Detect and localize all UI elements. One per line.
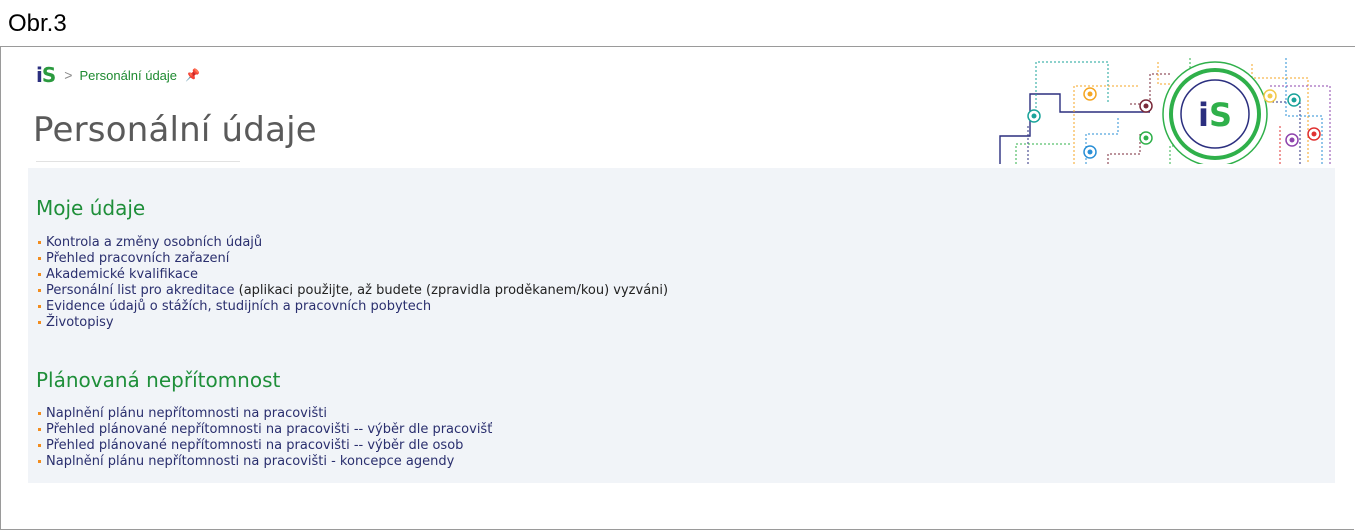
content-panel: Moje údaje Kontrola a změny osobních úda…	[28, 168, 1335, 483]
bullet-icon	[38, 412, 41, 415]
section-heading-planovana-nepritomnost: Plánovaná nepřítomnost	[36, 368, 281, 392]
link-personalni-list[interactable]: Personální list pro akreditace	[46, 283, 235, 298]
bullet-icon	[38, 444, 41, 447]
is-decoration-graphic: iS	[999, 58, 1331, 164]
list-item: Přehled plánované nepřítomnosti na praco…	[36, 422, 492, 438]
link-prehled-zarazeni[interactable]: Přehled pracovních zařazení	[46, 251, 229, 266]
moje-udaje-list: Kontrola a změny osobních údajů Přehled …	[36, 235, 668, 331]
bullet-icon	[38, 289, 41, 292]
caption-bar: Obr.3	[0, 0, 1355, 47]
page-title: Personální údaje	[33, 110, 317, 150]
bullet-icon	[38, 257, 41, 260]
planovana-nepritomnost-list: Naplnění plánu nepřítomnosti na pracoviš…	[36, 406, 492, 470]
link-koncepce-agendy[interactable]: Naplnění plánu nepřítomnosti na pracoviš…	[46, 454, 454, 469]
link-prehled-dle-osob[interactable]: Přehled plánované nepřítomnosti na praco…	[46, 438, 463, 453]
bullet-icon	[38, 428, 41, 431]
pin-icon[interactable]: 📌	[185, 68, 200, 82]
breadcrumb-separator: >	[64, 67, 73, 83]
list-item: Personální list pro akreditace (aplikaci…	[36, 283, 668, 299]
list-item: Evidence údajů o stážích, studijních a p…	[36, 299, 668, 315]
breadcrumb: iS > Personální údaje 📌	[36, 63, 200, 87]
list-item: Přehled pracovních zařazení	[36, 251, 668, 267]
breadcrumb-current-link[interactable]: Personální údaje	[79, 68, 177, 83]
list-item: Přehled plánované nepřítomnosti na praco…	[36, 438, 492, 454]
section-heading-moje-udaje: Moje údaje	[36, 196, 146, 220]
link-akademicke-kvalifikace[interactable]: Akademické kvalifikace	[46, 267, 198, 282]
link-naplneni-planu[interactable]: Naplnění plánu nepřítomnosti na pracoviš…	[46, 406, 327, 421]
list-item: Akademické kvalifikace	[36, 267, 668, 283]
link-kontrola-zmeny[interactable]: Kontrola a změny osobních údajů	[46, 235, 262, 250]
bullet-icon	[38, 460, 41, 463]
bullet-icon	[38, 305, 41, 308]
link-zivotopisy[interactable]: Životopisy	[46, 315, 114, 330]
figure-caption: Obr.3	[8, 10, 67, 37]
list-item: Naplnění plánu nepřítomnosti na pracoviš…	[36, 406, 492, 422]
bullet-icon	[38, 241, 41, 244]
link-evidence-staze[interactable]: Evidence údajů o stážích, studijních a p…	[46, 299, 431, 314]
list-item: Kontrola a změny osobních údajů	[36, 235, 668, 251]
list-item: Životopisy	[36, 315, 668, 331]
bullet-icon	[38, 273, 41, 276]
link-prehled-dle-pracovist[interactable]: Přehled plánované nepřítomnosti na praco…	[46, 422, 492, 437]
link-note: (aplikaci použijte, až budete (zpravidla…	[234, 283, 669, 298]
svg-text:iS: iS	[1198, 96, 1232, 134]
list-item: Naplnění plánu nepřítomnosti na pracoviš…	[36, 454, 492, 470]
is-logo-icon[interactable]: iS	[36, 63, 56, 87]
title-divider	[36, 161, 240, 162]
bullet-icon	[38, 321, 41, 324]
